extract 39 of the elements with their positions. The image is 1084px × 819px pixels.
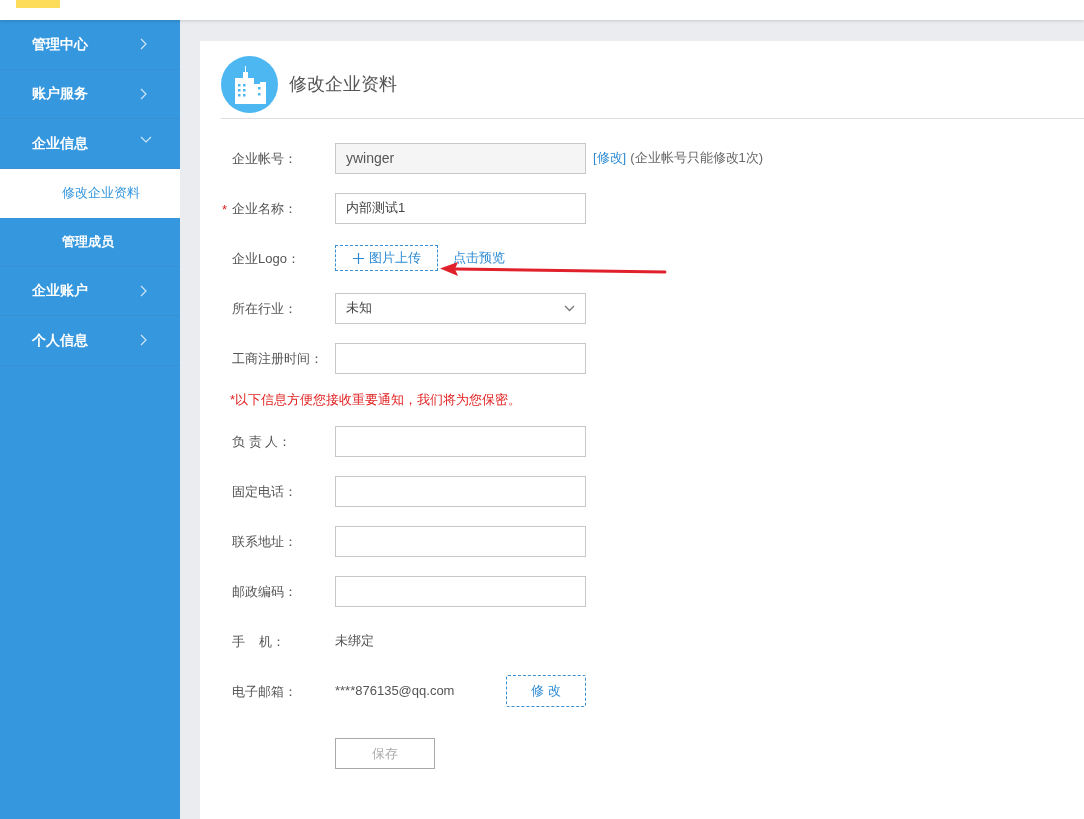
chevron-down-icon — [564, 304, 575, 312]
chevron-down-icon — [140, 136, 152, 145]
field-label: 负 责 人： — [232, 434, 292, 449]
edit-button[interactable]: 修 改 — [506, 675, 586, 707]
chevron-right-icon — [140, 284, 148, 297]
field-value: ****876135@qq.com — [335, 682, 456, 701]
chevron-right-icon — [140, 334, 148, 347]
field-label: 所在行业： — [232, 301, 297, 316]
input-field[interactable]: 内部测试1 — [335, 192, 586, 224]
chevron-right-icon — [140, 38, 148, 51]
field-label: 固定电话： — [232, 484, 297, 499]
notice-text: *以下信息方便您接收重要通知，我们将为您保密。 — [230, 390, 522, 409]
sidebar-subitem[interactable]: 修改企业资料 — [0, 168, 180, 218]
hint-text: (企业帐号只能修改1次) — [630, 149, 764, 168]
input-field[interactable] — [335, 425, 586, 457]
input-field[interactable] — [335, 475, 586, 507]
field-value: 未绑定 — [335, 632, 375, 651]
field-label: 电子邮箱： — [232, 684, 297, 699]
field-label: 企业名称： — [232, 201, 297, 216]
input-field[interactable] — [335, 575, 586, 607]
input-field[interactable] — [335, 342, 586, 374]
edit-link[interactable]: [修改] — [593, 148, 627, 168]
field-label: 联系地址： — [232, 534, 297, 549]
logo-block — [16, 0, 60, 8]
field-label: 企业帐号： — [232, 151, 297, 166]
page-title: 修改企业资料 — [289, 73, 397, 96]
field-label: 企业Logo： — [232, 251, 300, 266]
field-label: 工商注册时间： — [232, 351, 323, 366]
field-label: 手 机： — [232, 634, 286, 649]
field-label: 邮政编码： — [232, 584, 297, 599]
preview-link[interactable]: 点击预览 — [453, 248, 505, 268]
plus-icon — [352, 252, 364, 264]
building-icon — [221, 56, 278, 113]
required-mark: * — [222, 200, 228, 219]
account-field[interactable]: ywinger — [335, 142, 586, 174]
upload-button[interactable]: 图片上传 — [335, 245, 438, 271]
input-field[interactable] — [335, 525, 586, 557]
chevron-right-icon — [140, 87, 148, 100]
industry-select[interactable]: 未知 — [335, 292, 586, 324]
